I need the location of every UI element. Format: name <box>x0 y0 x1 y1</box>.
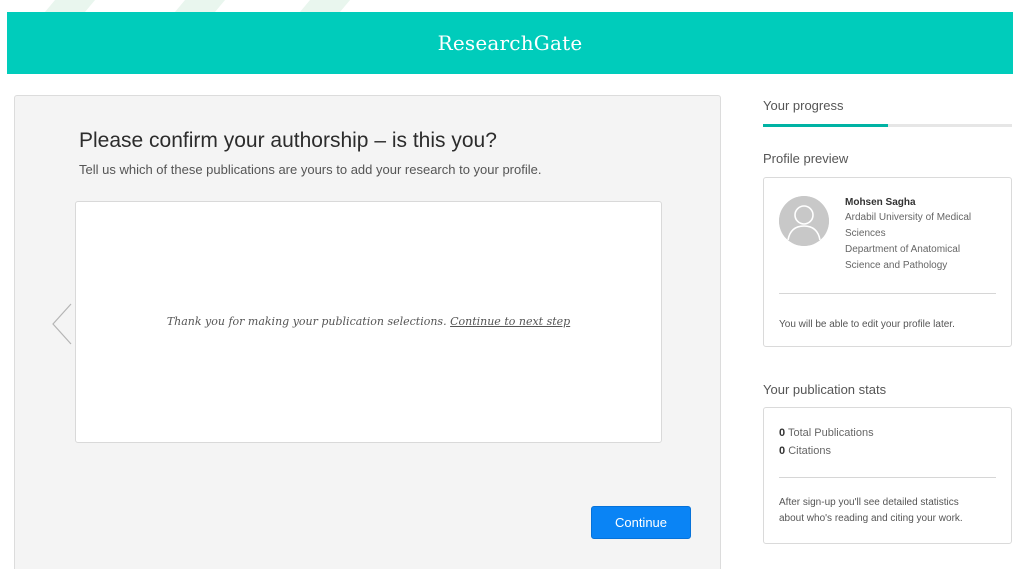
selection-message-text: Thank you for making your publication se… <box>166 315 447 328</box>
stats-note-line: about who's reading and citing your work… <box>779 513 963 524</box>
profile-preview-card: Mohsen Sagha Ardabil University of Medic… <box>763 177 1012 347</box>
total-publications-value: 0 <box>779 427 786 439</box>
total-publications-label: Total Publications <box>787 427 874 439</box>
progress-bar-fill <box>763 124 888 127</box>
citations-stat: 0 Citations <box>779 445 831 457</box>
total-publications-stat: 0 Total Publications <box>779 427 874 439</box>
profile-affiliation-line: Ardabil University of Medical <box>845 212 972 223</box>
publication-selection-box: Thank you for making your publication se… <box>75 201 662 443</box>
divider <box>779 293 996 294</box>
profile-edit-note: You will be able to edit your profile la… <box>779 319 955 330</box>
page-subtitle: Tell us which of these publications are … <box>79 162 542 177</box>
decorative-stripe <box>44 0 96 12</box>
citations-label: Citations <box>788 445 831 457</box>
publication-stats-heading: Your publication stats <box>763 382 887 397</box>
profile-name: Mohsen Sagha <box>845 197 916 208</box>
selection-message: Thank you for making your publication se… <box>76 315 661 328</box>
decorative-stripe <box>174 0 226 12</box>
default-avatar-icon <box>779 196 829 246</box>
brand-logo[interactable]: ResearchGate <box>438 31 583 55</box>
divider <box>779 477 996 478</box>
chevron-left-icon[interactable] <box>51 302 73 346</box>
page-title: Please confirm your authorship – is this… <box>79 129 497 152</box>
publication-stats-card: 0 Total Publications 0 Citations After s… <box>763 407 1012 544</box>
stats-note-line: After sign-up you'll see detailed statis… <box>779 497 959 508</box>
profile-affiliation-line: Sciences <box>845 228 886 239</box>
site-header: ResearchGate <box>7 12 1013 74</box>
progress-bar <box>763 124 1012 127</box>
continue-button[interactable]: Continue <box>591 506 691 539</box>
citations-value: 0 <box>779 445 786 457</box>
decorative-stripe <box>299 0 351 12</box>
profile-preview-heading: Profile preview <box>763 151 849 166</box>
profile-affiliation-line: Department of Anatomical <box>845 244 961 255</box>
authorship-card: Please confirm your authorship – is this… <box>14 95 721 569</box>
progress-label: Your progress <box>763 98 844 113</box>
profile-affiliation-line: Science and Pathology <box>845 260 948 271</box>
continue-to-next-step-link[interactable]: Continue to next step <box>450 315 570 328</box>
